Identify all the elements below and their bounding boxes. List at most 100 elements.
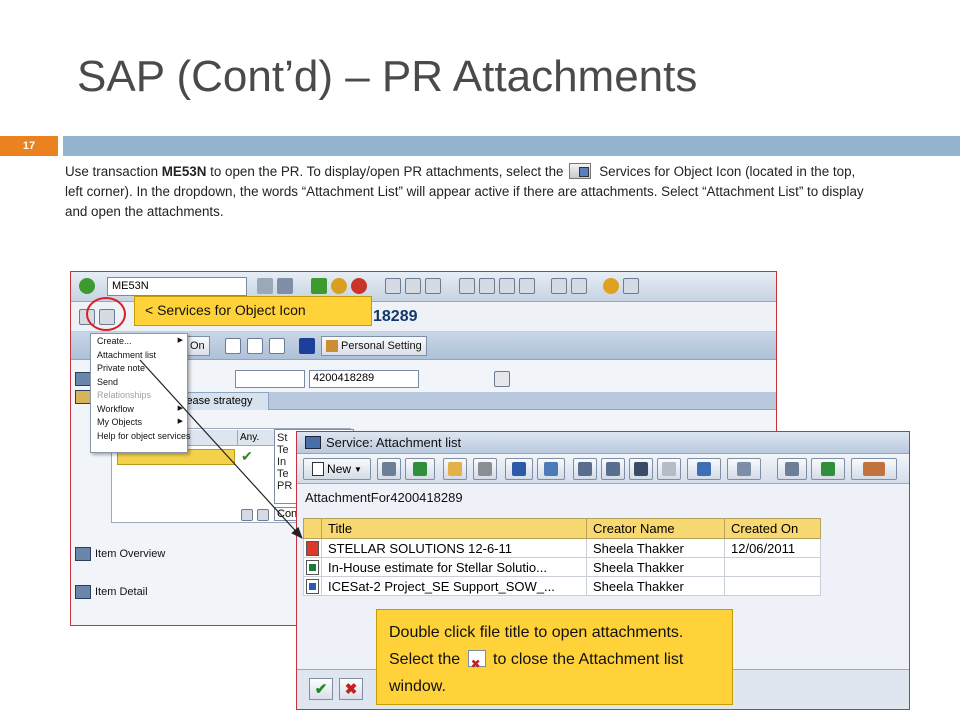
sum-button[interactable] [727,458,761,480]
menu-item-help-object-services[interactable]: Help for object services [91,429,191,443]
export-button[interactable] [811,458,845,480]
layout-grid-icon [863,462,885,476]
column-created-on[interactable]: Created On [724,518,821,539]
header-bar [63,136,960,156]
enter-check-icon[interactable] [79,278,95,294]
new-session-icon[interactable] [551,278,567,294]
document-icon[interactable] [225,338,241,354]
delete-button[interactable] [473,458,497,480]
find-button[interactable] [629,458,653,480]
table-row[interactable]: In-House estimate for Stellar Solutio...… [303,557,821,577]
nav-item-detail[interactable]: Item Detail [75,585,148,599]
refresh-button[interactable] [505,458,533,480]
back-icon[interactable] [311,278,327,294]
attachment-table: Title Creator Name Created On STELLAR SO… [303,518,821,596]
menu-item-attachment-list[interactable]: Attachment list [91,348,187,362]
close-button[interactable]: ✖ [339,678,363,700]
row-title[interactable]: ICESat-2 Project_SE Support_SOW_... [321,576,587,596]
highlight-circle [86,297,126,331]
trash-icon [478,462,492,476]
export-icon [821,462,835,476]
menu-item-help-label: Help for object services [97,430,191,441]
menu-item-attachment-list-label: Attachment list [97,349,157,360]
command-field[interactable]: ME53N [107,277,247,296]
print-icon[interactable] [385,278,401,294]
header-icon [75,372,91,386]
menu-item-private-note[interactable]: Private note [91,361,187,375]
column-any-header[interactable]: Any. [237,430,271,445]
menu-item-workflow[interactable]: Workflow ▶ [91,402,187,416]
next-page-icon[interactable] [499,278,515,294]
table-row[interactable]: ICESat-2 Project_SE Support_SOW_... Shee… [303,576,821,596]
row-title[interactable]: In-House estimate for Stellar Solutio... [321,557,587,577]
document-type-field[interactable] [235,370,305,388]
help-icon[interactable] [603,278,619,294]
side-nav-folder-icon[interactable] [75,390,91,404]
details-button[interactable] [537,458,565,480]
other-document-icon[interactable] [494,371,510,387]
row-created-on [724,557,821,577]
column-title[interactable]: Title [321,518,587,539]
shortcut-icon[interactable] [571,278,587,294]
popup-toolbar: New ▼ [297,454,909,484]
row-title[interactable]: STELLAR SOLUTIONS 12-6-11 [321,538,587,558]
sort-button[interactable] [573,458,597,480]
previous-page-icon[interactable] [479,278,495,294]
menu-item-my-objects[interactable]: My Objects ▶ [91,415,187,429]
sort-descending-icon [606,462,620,476]
side-nav-header-icon[interactable] [75,372,91,386]
find-next-button[interactable] [657,458,681,480]
row-icon-cell [303,576,322,596]
magnifier-icon [544,462,558,476]
menu-item-create[interactable]: Create... ▶ [91,334,187,348]
column-creator-name[interactable]: Creator Name [586,518,725,539]
submenu-arrow-icon: ▶ [177,418,183,425]
find-icon[interactable] [405,278,421,294]
menu-item-private-note-label: Private note [97,363,146,373]
last-page-icon[interactable] [519,278,535,294]
copy-icon[interactable] [269,338,285,354]
double-click-callout: Double click file title to open attachme… [376,609,733,705]
back-arrow-icon[interactable] [257,278,273,294]
menu-item-relationships-label: Relationships [97,390,152,400]
row-icon-cell [303,557,322,577]
row-creator: Sheela Thakker [586,576,725,596]
filter-button[interactable] [687,458,721,480]
table-row[interactable]: STELLAR SOLUTIONS 12-6-11 Sheela Thakker… [303,538,821,558]
scroll-right-icon[interactable] [257,509,269,521]
toggle-button[interactable]: On [185,336,210,356]
scroll-left-icon[interactable] [241,509,253,521]
link-button[interactable] [377,458,401,480]
personal-setting-label: Personal Setting [341,340,422,352]
new-button[interactable]: New ▼ [303,458,371,480]
save-icon[interactable] [277,278,293,294]
personal-setting-button[interactable]: Personal Setting [321,336,427,356]
layout-button[interactable] [851,458,897,480]
layout-menu-icon[interactable] [623,278,639,294]
sum-icon [737,462,751,476]
import-button[interactable] [405,458,435,480]
cancel-icon[interactable] [351,278,367,294]
edit-button[interactable] [443,458,467,480]
ok-button[interactable]: ✔ [309,678,333,700]
first-page-icon[interactable] [459,278,475,294]
popup-title-bar: Service: Attachment list [297,432,909,454]
exit-icon[interactable] [331,278,347,294]
intro-text-part1: Use transaction [65,164,162,179]
row-creator: Sheela Thakker [586,557,725,577]
pr-number-field[interactable]: 4200418289 [309,370,419,388]
print-preview-button[interactable] [777,458,807,480]
sort-descending-button[interactable] [601,458,625,480]
print-icon [785,462,799,476]
info-icon[interactable] [299,338,315,354]
services-for-object-icon [569,163,592,179]
menu-item-send[interactable]: Send [91,375,187,389]
menu-item-workflow-label: Workflow [97,403,134,414]
tab-release-strategy[interactable]: lease strategy [179,392,269,410]
find-next-icon[interactable] [425,278,441,294]
services-icon-callout: < Services for Object Icon [134,296,372,326]
edit-pencil-icon[interactable] [247,338,263,354]
nav-item-overview[interactable]: Item Overview [75,547,165,561]
refresh-icon [512,462,526,476]
binoculars-icon [634,462,648,476]
